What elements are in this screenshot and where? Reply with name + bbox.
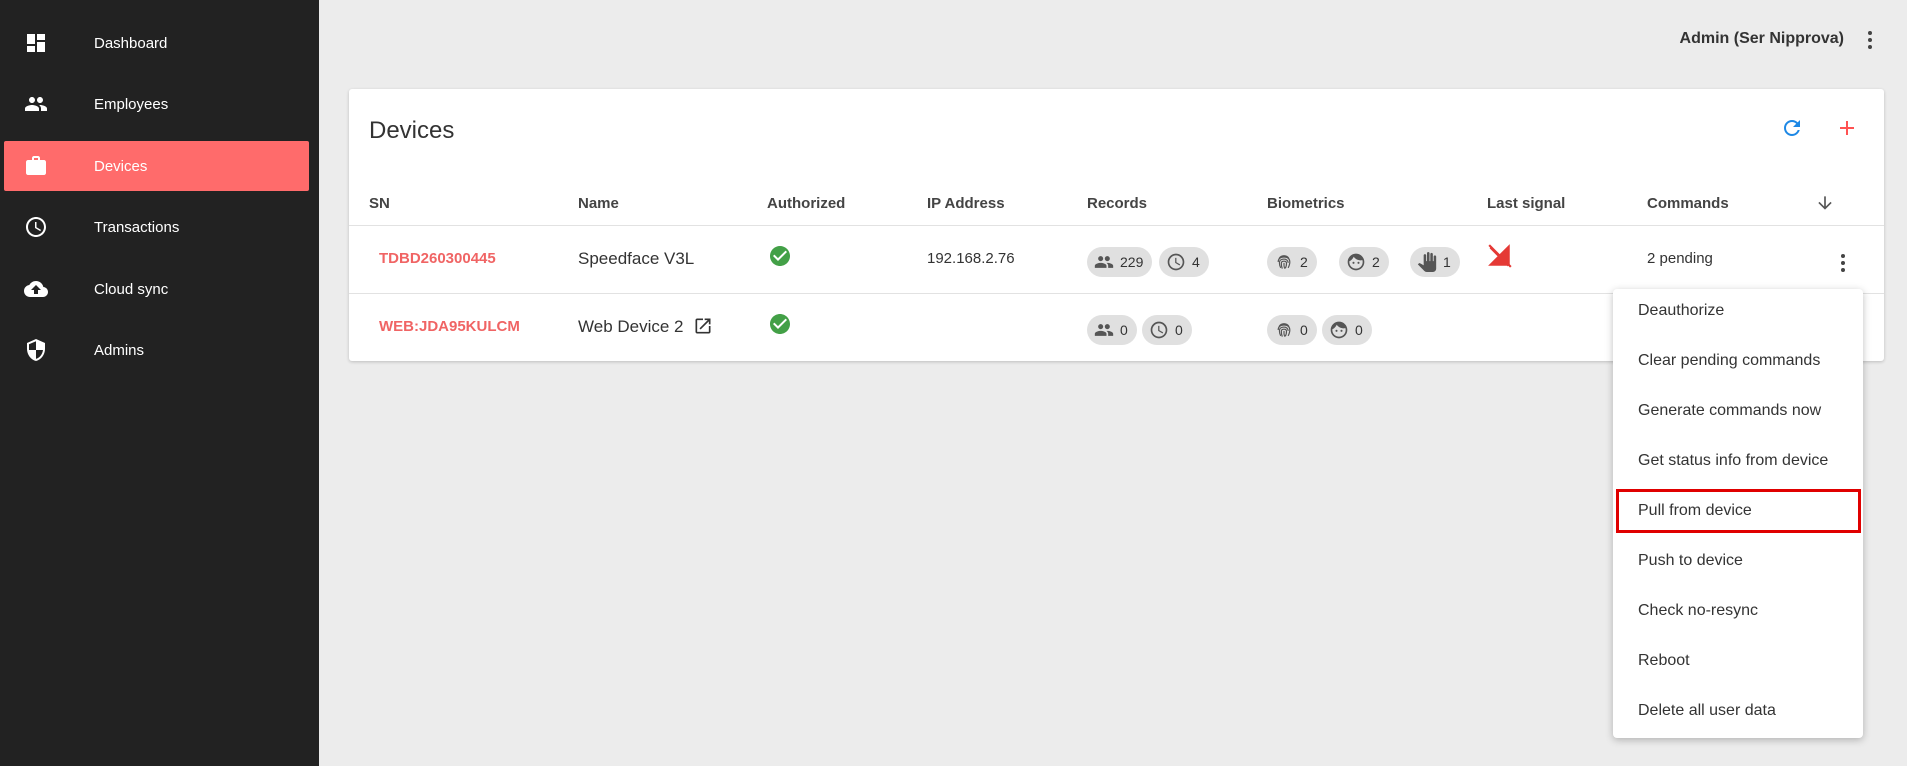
transactions-count-chip: 4 bbox=[1159, 247, 1209, 277]
clock-icon bbox=[26, 217, 46, 237]
signal-off-icon bbox=[1488, 244, 1512, 268]
menu-item-check-no-resync[interactable]: Check no-resync bbox=[1613, 589, 1863, 633]
more-vert-icon[interactable] bbox=[1833, 251, 1853, 275]
sidebar-item-devices[interactable]: Devices bbox=[4, 141, 309, 191]
sidebar-item-cloud-sync[interactable]: Cloud sync bbox=[4, 264, 309, 314]
sidebar-item-label: Cloud sync bbox=[94, 280, 169, 298]
open-in-new-icon[interactable] bbox=[693, 316, 713, 336]
add-icon[interactable] bbox=[1835, 116, 1859, 140]
check-circle-icon bbox=[770, 246, 790, 266]
sidebar: Dashboard Employees Devices Transactions… bbox=[0, 0, 319, 766]
clock-icon bbox=[1167, 253, 1185, 271]
refresh-icon[interactable] bbox=[1780, 116, 1804, 140]
menu-item-delete-all-user-data[interactable]: Delete all user data bbox=[1613, 689, 1863, 733]
face-icon bbox=[1347, 253, 1365, 271]
sidebar-item-transactions[interactable]: Transactions bbox=[4, 202, 309, 252]
column-header-name[interactable]: Name bbox=[578, 195, 619, 212]
people-icon bbox=[1094, 324, 1114, 336]
column-header-biometrics[interactable]: Biometrics bbox=[1267, 195, 1345, 212]
device-sn-link[interactable]: WEB:JDA95KULCM bbox=[379, 318, 520, 335]
device-name: Speedface V3L bbox=[578, 249, 695, 268]
menu-item-generate-commands-now[interactable]: Generate commands now bbox=[1613, 389, 1863, 433]
current-user-label[interactable]: Admin (Ser Nipprova) bbox=[1680, 30, 1844, 48]
menu-item-clear-pending-commands[interactable]: Clear pending commands bbox=[1613, 339, 1863, 383]
users-count-chip: 229 bbox=[1087, 247, 1153, 277]
clock-icon bbox=[1150, 321, 1168, 339]
device-ip: 192.168.2.76 bbox=[927, 250, 1015, 267]
more-vert-icon[interactable] bbox=[1860, 28, 1880, 52]
divider bbox=[349, 225, 1884, 226]
page-title: Devices bbox=[369, 117, 455, 144]
device-sn-link[interactable]: TDBD260300445 bbox=[379, 250, 496, 267]
arrow-down-icon[interactable] bbox=[1815, 193, 1835, 213]
cloud-upload-icon bbox=[24, 281, 48, 297]
column-header-authorized[interactable]: Authorized bbox=[767, 195, 845, 212]
people-icon bbox=[25, 97, 47, 111]
column-header-sn[interactable]: SN bbox=[369, 195, 390, 212]
device-actions-menu: Deauthorize Clear pending commands Gener… bbox=[1613, 289, 1863, 738]
briefcase-icon bbox=[26, 156, 46, 175]
people-icon bbox=[1094, 256, 1114, 268]
column-header-records[interactable]: Records bbox=[1087, 195, 1147, 212]
fingerprint-count-chip: 0 bbox=[1267, 315, 1317, 345]
column-header-last-signal[interactable]: Last signal bbox=[1487, 195, 1565, 212]
menu-item-pull-from-device[interactable]: Pull from device bbox=[1616, 489, 1861, 533]
dashboard-icon bbox=[27, 34, 45, 52]
fingerprint-icon bbox=[1277, 255, 1291, 269]
fingerprint-count-chip: 2 bbox=[1267, 247, 1317, 277]
palm-count-chip: 1 bbox=[1410, 247, 1460, 277]
face-icon bbox=[1330, 321, 1348, 339]
column-header-ip-address[interactable]: IP Address bbox=[927, 195, 1005, 212]
menu-item-reboot[interactable]: Reboot bbox=[1613, 639, 1863, 683]
sidebar-item-employees[interactable]: Employees bbox=[4, 79, 309, 129]
face-count-chip: 0 bbox=[1322, 315, 1372, 345]
palm-icon bbox=[1417, 252, 1437, 272]
fingerprint-icon bbox=[1277, 323, 1291, 337]
users-count-chip: 0 bbox=[1087, 315, 1137, 345]
face-count-chip: 2 bbox=[1339, 247, 1389, 277]
column-header-commands[interactable]: Commands bbox=[1647, 195, 1729, 212]
sidebar-item-label: Employees bbox=[94, 95, 169, 113]
shield-icon bbox=[27, 339, 45, 361]
sidebar-item-label: Dashboard bbox=[94, 34, 168, 52]
pending-commands: 2 pending bbox=[1647, 250, 1713, 267]
sidebar-item-label: Transactions bbox=[94, 218, 180, 236]
transactions-count-chip: 0 bbox=[1142, 315, 1192, 345]
check-circle-icon bbox=[770, 314, 790, 334]
menu-item-deauthorize[interactable]: Deauthorize bbox=[1613, 289, 1863, 333]
sidebar-item-label: Devices bbox=[94, 157, 148, 175]
menu-item-get-status-info[interactable]: Get status info from device bbox=[1613, 439, 1863, 483]
menu-item-push-to-device[interactable]: Push to device bbox=[1613, 539, 1863, 583]
sidebar-item-label: Admins bbox=[94, 341, 145, 359]
sidebar-item-admins[interactable]: Admins bbox=[4, 325, 309, 375]
sidebar-item-dashboard[interactable]: Dashboard bbox=[4, 18, 309, 68]
device-name: Web Device 2 bbox=[578, 317, 684, 336]
